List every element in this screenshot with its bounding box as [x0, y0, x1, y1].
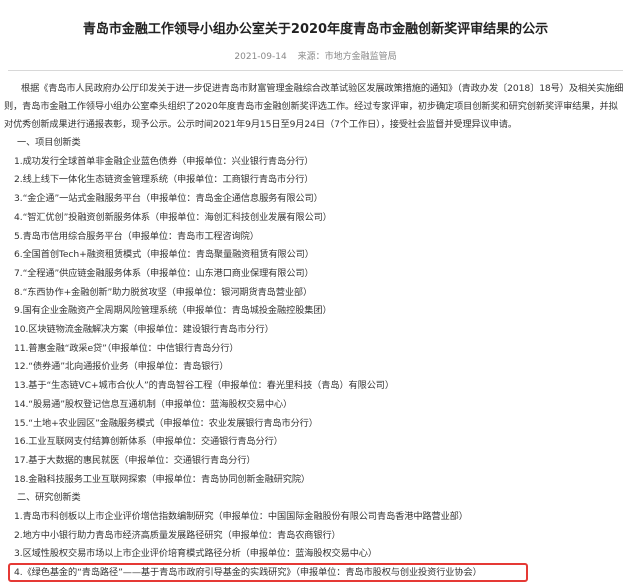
- list-item: 6.全国首创Tech+融资租赁模式（申报单位：青岛聚量融资租赁有限公司）: [14, 249, 314, 261]
- list-item: 11.普惠金融“政采e贷”（申报单位：中信银行青岛分行）: [14, 342, 239, 354]
- list-item: 10.区块链物流金融解决方案（申报单位：建设银行青岛市分行）: [14, 324, 274, 335]
- list-item: 3.“金企通”一站式金融服务平台（申报单位：青岛金企通信息服务有限公司）: [14, 193, 323, 205]
- list-item: 18.金融科技服务工业互联网探索（申报单位：青岛协同创新金融研究院）: [14, 473, 311, 485]
- list-item: 13.基于“生态链VC+城市合伙人”的青岛智谷工程（申报单位：春光里科技（青岛）…: [14, 380, 394, 392]
- section-heading-research: 二、研究创新类: [17, 492, 81, 504]
- list-item: 12.“债券通”北向通报价业务（申报单位：青岛银行）: [14, 361, 229, 373]
- intro-paragraph: 根据《青岛市人民政府办公厅印发关于进一步促进青岛市财富管理金融综合改革试验区发展…: [4, 83, 624, 130]
- section-heading-project: 一、项目创新类: [17, 137, 81, 148]
- list-item: 8.“东西协作+金融创新”助力脱贫攻坚（申报单位：银河期货青岛营业部）: [14, 286, 313, 298]
- list-item: 17.基于大数据的惠民就医（申报单位：交通银行青岛分行）: [14, 454, 256, 466]
- list-item: 1.青岛市科创板以上市企业评价增信指数编制研究（申报单位：中国国际金融股份有限公…: [14, 511, 468, 522]
- header-divider: [8, 70, 623, 71]
- list-item: 15.“土地+农业园区”金融服务模式（申报单位：农业发展银行青岛市分行）: [14, 417, 318, 429]
- article-meta: 2021-09-14 来源：市地方金融监管局: [0, 49, 631, 62]
- announcement-page: 青岛市金融工作领导小组办公室关于2020年度青岛市金融创新奖评审结果的公示 20…: [0, 0, 631, 582]
- list-item: 2.地方中小银行助力青岛市经济高质量发展路径研究（申报单位：青岛农商银行）: [14, 529, 341, 541]
- list-item: 14.“股易通”股权登记信息互通机制（申报单位：蓝海股权交易中心）: [14, 398, 293, 410]
- publish-date: 2021-09-14: [234, 52, 287, 62]
- list-item: 9.国有企业金融资产全周期风险管理系统（申报单位：青岛城投金融控股集团）: [14, 305, 332, 317]
- source-label: 来源：: [297, 52, 325, 62]
- list-item: 4.《绿色基金的“青岛路径”——基于青岛市政府引导基金的实践研究》（申报单位：青…: [14, 567, 482, 579]
- list-item: 3.区域性股权交易市场以上市企业评价培育模式路径分析（申报单位：蓝海股权交易中心…: [14, 548, 377, 560]
- list-item: 4.“智汇优创”投融资创新服务体系（申报单位：海创汇科技创业发展有限公司）: [14, 211, 332, 223]
- page-title: 青岛市金融工作领导小组办公室关于2020年度青岛市金融创新奖评审结果的公示: [82, 22, 549, 37]
- list-item: 5.青岛市信用综合服务平台（申报单位：青岛市工程咨询院）: [14, 230, 259, 242]
- list-item: 7.“全程通”供应链金融服务体系（申报单位：山东港口商业保理有限公司）: [14, 267, 314, 279]
- list-item: 1.成功发行全球首单非金融企业蓝色债券（申报单位：兴业银行青岛分行）: [14, 155, 314, 167]
- list-item: 2.线上线下一体化生态链资金管理系统（申报单位：工商银行青岛市分行）: [14, 174, 314, 186]
- source-name[interactable]: 市地方金融监管局: [325, 52, 397, 62]
- list-item: 16.工业互联网支付结算创新体系（申报单位：交通银行青岛分行）: [14, 436, 283, 448]
